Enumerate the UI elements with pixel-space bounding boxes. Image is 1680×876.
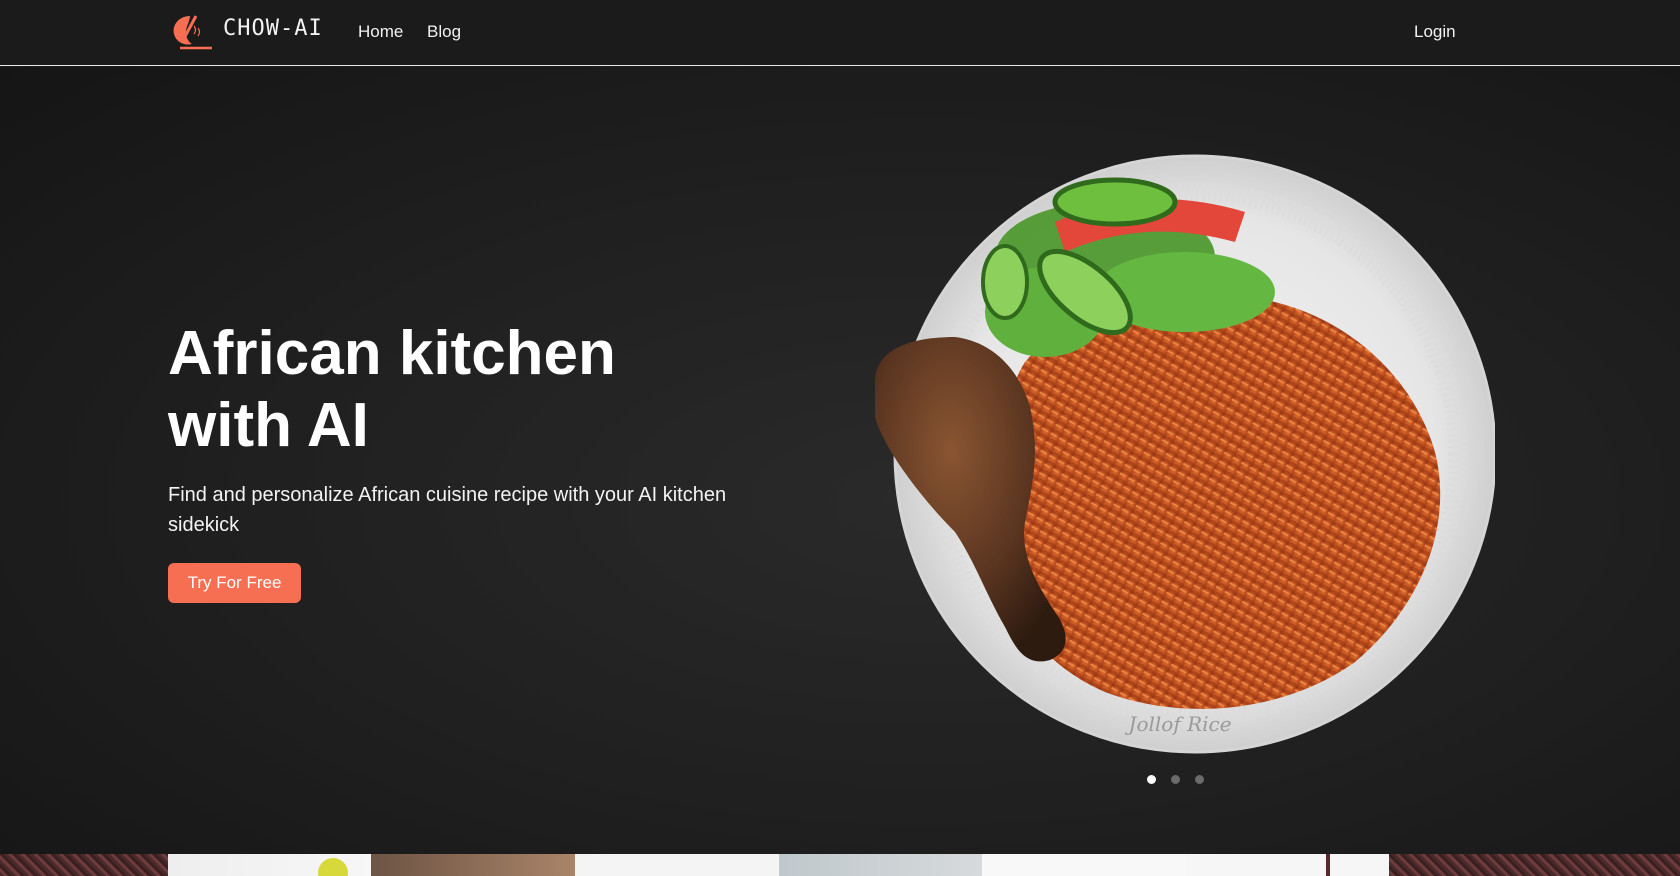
- nav-home-link[interactable]: Home: [358, 22, 403, 42]
- hero-title-line2: with AI: [168, 391, 369, 460]
- top-nav: CHOW-AI Home Blog Login: [0, 0, 1680, 66]
- carousel-dot-3[interactable]: [1195, 775, 1204, 784]
- recipe-thumbnail[interactable]: [371, 854, 575, 876]
- nav-blog-link[interactable]: Blog: [427, 22, 461, 42]
- try-for-free-button[interactable]: Try For Free: [168, 563, 301, 603]
- recipe-thumbnail[interactable]: [982, 854, 1186, 876]
- login-link[interactable]: Login: [1414, 22, 1456, 42]
- recipe-thumbnail[interactable]: [779, 854, 982, 876]
- recipe-thumbnail[interactable]: [575, 854, 779, 876]
- recipe-thumbnail[interactable]: [168, 854, 371, 876]
- jollof-rice-dish-image: [875, 154, 1497, 754]
- hero-subtitle: Find and personalize African cuisine rec…: [168, 484, 727, 536]
- recipe-thumbnail[interactable]: [1186, 854, 1389, 876]
- hero-title: African kitchen with AI: [168, 318, 788, 462]
- brand-name[interactable]: CHOW-AI: [223, 16, 323, 41]
- chow-ai-logo-icon[interactable]: [168, 12, 216, 52]
- carousel-dot-1[interactable]: [1147, 775, 1156, 784]
- carousel-dot-2[interactable]: [1171, 775, 1180, 784]
- carousel-slide[interactable]: [855, 132, 1497, 772]
- hero-title-line1: African kitchen: [168, 319, 616, 388]
- dish-caption: Jollof Rice: [1128, 712, 1232, 736]
